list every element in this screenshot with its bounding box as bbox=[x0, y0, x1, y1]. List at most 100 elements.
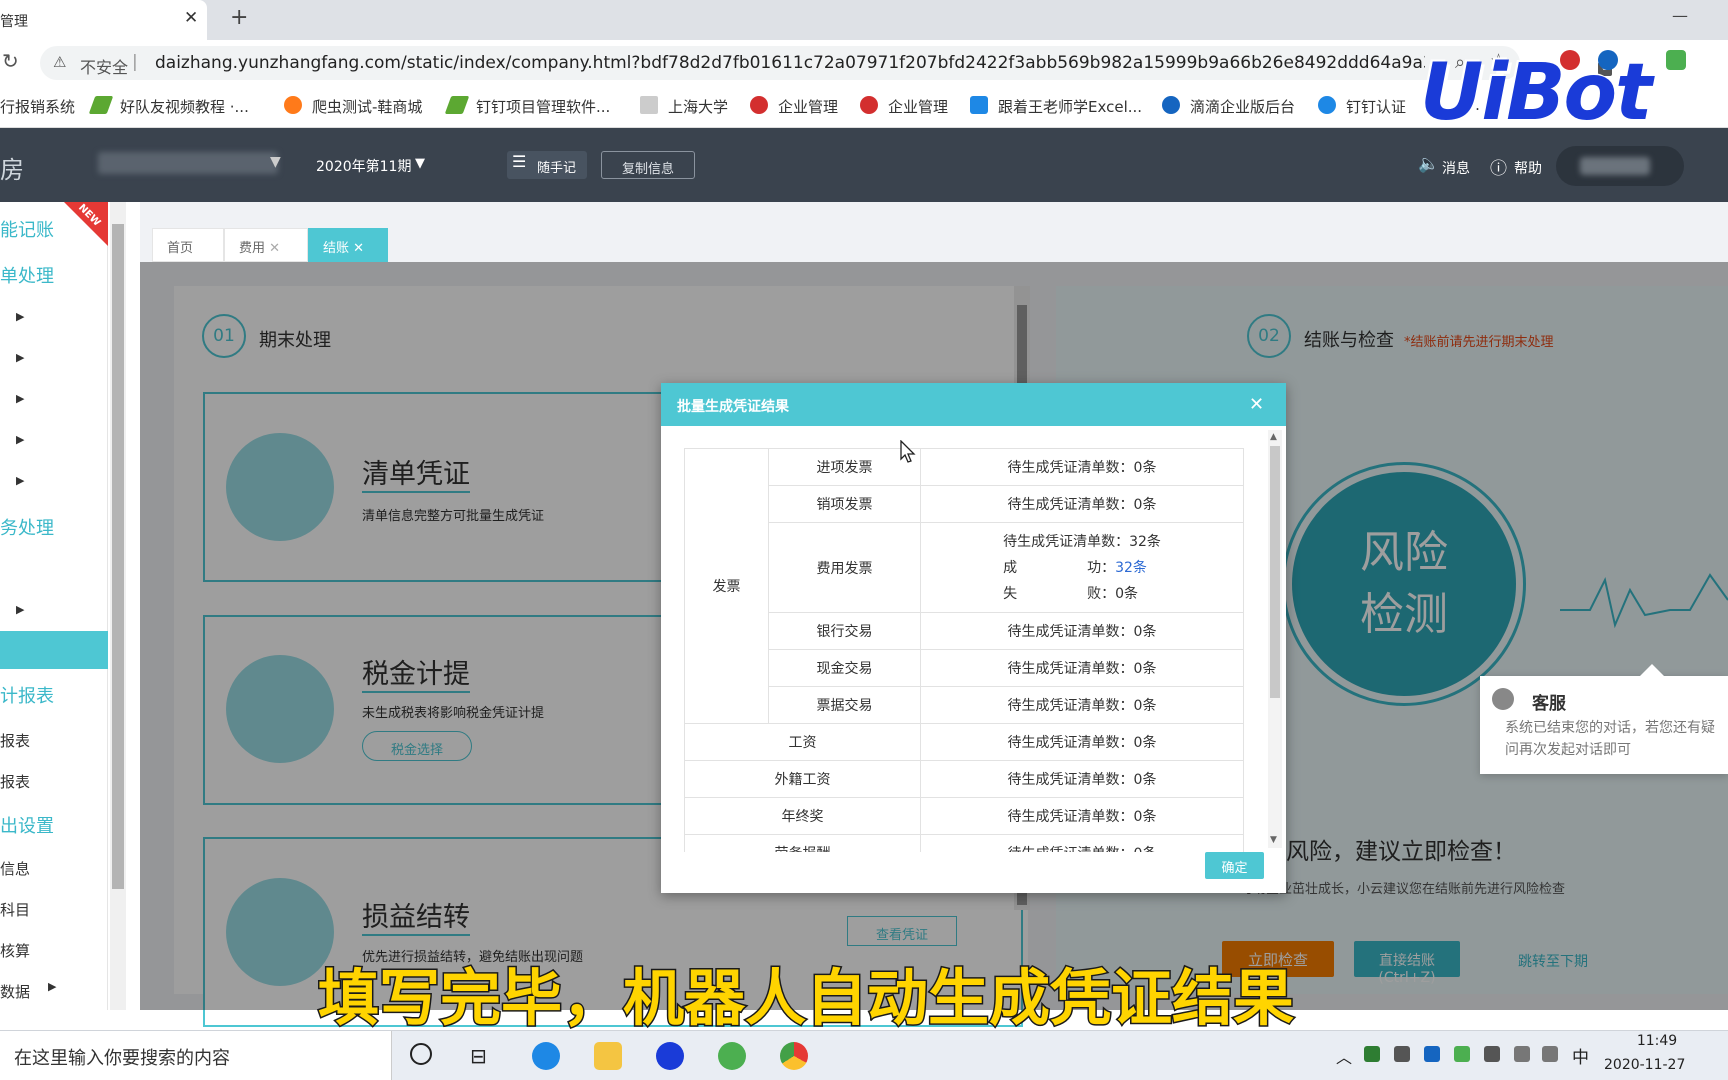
sidebar-item[interactable]: 核算 bbox=[0, 940, 30, 961]
sidebar-heading[interactable]: 能记账 bbox=[0, 216, 54, 242]
chevron-right-icon[interactable]: ▶ bbox=[16, 392, 24, 405]
dialog-title: 批量生成凭证结果 bbox=[677, 399, 789, 415]
bookmark-item[interactable]: 滴滴企业版后台 bbox=[1190, 96, 1295, 117]
mouse-cursor-icon bbox=[900, 440, 916, 463]
sidebar-heading[interactable]: 务处理 bbox=[0, 514, 54, 540]
row-name: 年终奖 bbox=[684, 797, 921, 835]
period-selector[interactable]: 2020年第11期 bbox=[316, 156, 411, 176]
tab-expense[interactable]: 费用 ✕ bbox=[224, 228, 308, 262]
chat-title: 客服 bbox=[1532, 694, 1566, 714]
sidebar-heading[interactable]: 出设置 bbox=[0, 812, 54, 838]
chevron-down-icon[interactable]: ▼ bbox=[270, 154, 281, 170]
bookmark-item[interactable]: 企业管理 bbox=[888, 96, 948, 117]
chat-arrow bbox=[1640, 664, 1664, 676]
chrome-icon[interactable] bbox=[780, 1042, 808, 1070]
bookmark-item[interactable]: 行报销系统 bbox=[0, 96, 75, 117]
warning-icon[interactable]: ⚠ bbox=[53, 53, 66, 71]
sidebar-heading[interactable]: 计报表 bbox=[0, 682, 54, 708]
chevron-down-icon[interactable]: ▼ bbox=[415, 156, 425, 171]
row-name: 工资 bbox=[684, 723, 921, 761]
chevron-right-icon[interactable]: ▶ bbox=[48, 980, 56, 993]
chevron-up-icon[interactable]: ︿ bbox=[1336, 1044, 1352, 1068]
wechat-icon[interactable] bbox=[718, 1042, 746, 1070]
clock-time[interactable]: 11:49 bbox=[1612, 1033, 1702, 1049]
success-label: 成 功： bbox=[1003, 559, 1116, 576]
chevron-right-icon[interactable]: ▶ bbox=[16, 310, 24, 323]
sidebar-item-active[interactable] bbox=[0, 631, 108, 669]
bookmark-item[interactable]: 爬虫测试-鞋商城 bbox=[312, 96, 422, 117]
ok-button[interactable]: 确定 bbox=[1205, 852, 1264, 879]
row-count-detail: 待生成凭证清单数：32条 成 功：32条 失 败：0条 bbox=[920, 522, 1244, 613]
browser-tab[interactable] bbox=[0, 0, 207, 40]
app-logo[interactable]: 房 bbox=[0, 150, 24, 185]
sidebar-scroll-thumb[interactable] bbox=[112, 224, 124, 889]
result-table: 发票 进项发票 待生成凭证清单数：0条 销项发票 待生成凭证清单数：0条 费用发… bbox=[684, 448, 1244, 852]
battery-icon[interactable] bbox=[1484, 1046, 1500, 1062]
table-row: 银行交易 待生成凭证清单数：0条 bbox=[685, 612, 1244, 650]
shield-icon[interactable] bbox=[1424, 1046, 1440, 1062]
chevron-right-icon[interactable]: ▶ bbox=[16, 351, 24, 364]
tray-app-icon[interactable] bbox=[1394, 1046, 1410, 1062]
sidebar-item[interactable]: 信息 bbox=[0, 858, 30, 879]
row-name: 银行交易 bbox=[768, 612, 921, 650]
reload-icon[interactable]: ↻ bbox=[2, 49, 19, 73]
bookmark-item[interactable]: 企业管理 bbox=[778, 96, 838, 117]
security-label[interactable]: 不安全 bbox=[80, 54, 128, 78]
row-name: 现金交易 bbox=[768, 649, 921, 687]
cortana-icon[interactable] bbox=[410, 1043, 432, 1065]
dialog-scroll-thumb[interactable] bbox=[1270, 446, 1280, 698]
speaker-icon[interactable]: 🔈 bbox=[1418, 154, 1439, 174]
bookmark-item[interactable]: 跟着王老师学Excel... bbox=[998, 96, 1142, 117]
bookmark-item[interactable]: 钉钉项目管理软件... bbox=[476, 96, 610, 117]
clock-date[interactable]: 2020-11-27 bbox=[1604, 1057, 1685, 1073]
wifi-icon[interactable] bbox=[1514, 1046, 1530, 1062]
dingtalk-icon bbox=[1318, 96, 1336, 114]
browser-tab-strip bbox=[0, 0, 1728, 40]
sidebar-item[interactable]: 数据 bbox=[0, 981, 30, 1002]
close-icon[interactable]: ✕ bbox=[269, 241, 280, 256]
sidebar-item[interactable]: 报表 bbox=[0, 730, 30, 751]
table-row: 销项发票 待生成凭证清单数：0条 bbox=[685, 485, 1244, 523]
close-icon[interactable]: ✕ bbox=[1249, 394, 1264, 415]
tab-closing[interactable]: 结账 ✕ bbox=[308, 228, 388, 262]
volume-icon[interactable] bbox=[1542, 1046, 1558, 1062]
sidebar-item[interactable]: 报表 bbox=[0, 771, 30, 792]
wechat-tray-icon[interactable] bbox=[1454, 1046, 1470, 1062]
help-icon[interactable]: ⓘ bbox=[1490, 154, 1507, 179]
tab-close-icon[interactable]: ✕ bbox=[184, 8, 198, 28]
new-tab-icon[interactable]: + bbox=[230, 5, 248, 30]
bookmark-item[interactable]: 好队友视频教程 ·... bbox=[120, 96, 249, 117]
extension-icon[interactable] bbox=[1666, 50, 1686, 70]
table-row: 现金交易 待生成凭证清单数：0条 bbox=[685, 649, 1244, 687]
task-view-icon[interactable]: ⊟ bbox=[470, 1044, 487, 1068]
messages-link[interactable]: 消息 bbox=[1442, 158, 1470, 178]
fail-label: 失 败： bbox=[1003, 585, 1116, 602]
sidebar-item[interactable]: 科目 bbox=[0, 899, 30, 920]
bookmark-item[interactable]: 上海大学 bbox=[668, 96, 728, 117]
agent-icon bbox=[1492, 688, 1514, 710]
row-count: 待生成凭证清单数：0条 bbox=[920, 448, 1244, 486]
tab-home[interactable]: 首页 bbox=[152, 228, 224, 262]
help-link[interactable]: 帮助 bbox=[1514, 158, 1542, 178]
bookmark-item[interactable]: 钉钉认证 bbox=[1346, 96, 1406, 117]
search-placeholder[interactable]: 在这里输入你要搜索的内容 bbox=[14, 1044, 230, 1070]
scroll-up-icon[interactable]: ▲ bbox=[1270, 432, 1277, 442]
sidebar-heading[interactable]: 单处理 bbox=[0, 262, 54, 288]
table-row: 劳务报酬 待生成凭证清单数：0条 bbox=[684, 834, 1244, 852]
scroll-down-icon[interactable]: ▼ bbox=[1270, 835, 1277, 845]
company-selector[interactable] bbox=[98, 152, 278, 174]
file-explorer-icon[interactable] bbox=[594, 1042, 622, 1070]
window-minimize-icon[interactable]: — bbox=[1672, 6, 1688, 25]
chevron-right-icon[interactable]: ▶ bbox=[16, 474, 24, 487]
ime-indicator[interactable]: 中 bbox=[1572, 1043, 1589, 1068]
uibot-icon[interactable] bbox=[656, 1042, 684, 1070]
edge-icon[interactable] bbox=[532, 1042, 560, 1070]
url-text[interactable]: daizhang.yunzhangfang.com/static/index/c… bbox=[155, 53, 1425, 73]
chevron-right-icon[interactable]: ▶ bbox=[16, 603, 24, 616]
copy-info-button[interactable]: 复制信息 bbox=[601, 151, 695, 179]
success-count[interactable]: 32条 bbox=[1115, 560, 1147, 576]
tray-app-icon[interactable] bbox=[1364, 1046, 1380, 1062]
fail-count: 0条 bbox=[1115, 585, 1138, 602]
chevron-right-icon[interactable]: ▶ bbox=[16, 433, 24, 446]
close-icon[interactable]: ✕ bbox=[353, 241, 364, 256]
